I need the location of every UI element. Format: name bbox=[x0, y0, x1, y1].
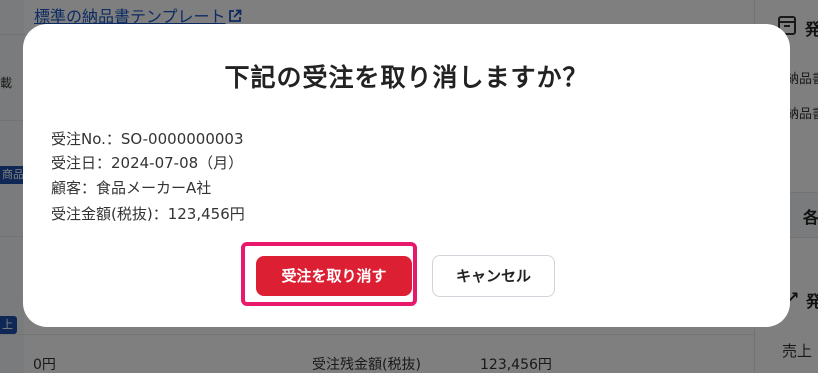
order-date: 受注日：2024-07-08（月） bbox=[51, 154, 244, 172]
order-amount: 受注金額(税抜)：123,456円 bbox=[51, 205, 245, 223]
cancel-order-button[interactable]: 受注を取り消す bbox=[256, 256, 412, 296]
customer-name: 顧客：食品メーカーA社 bbox=[51, 179, 212, 197]
order-number: 受注No.：SO-0000000003 bbox=[51, 130, 244, 148]
dialog-title: 下記の受注を取り消しますか？ bbox=[224, 63, 589, 92]
dismiss-button[interactable]: キャンセル bbox=[432, 255, 555, 297]
cancel-order-dialog: 下記の受注を取り消しますか？ 受注No.：SO-0000000003 受注日：2… bbox=[23, 24, 790, 327]
